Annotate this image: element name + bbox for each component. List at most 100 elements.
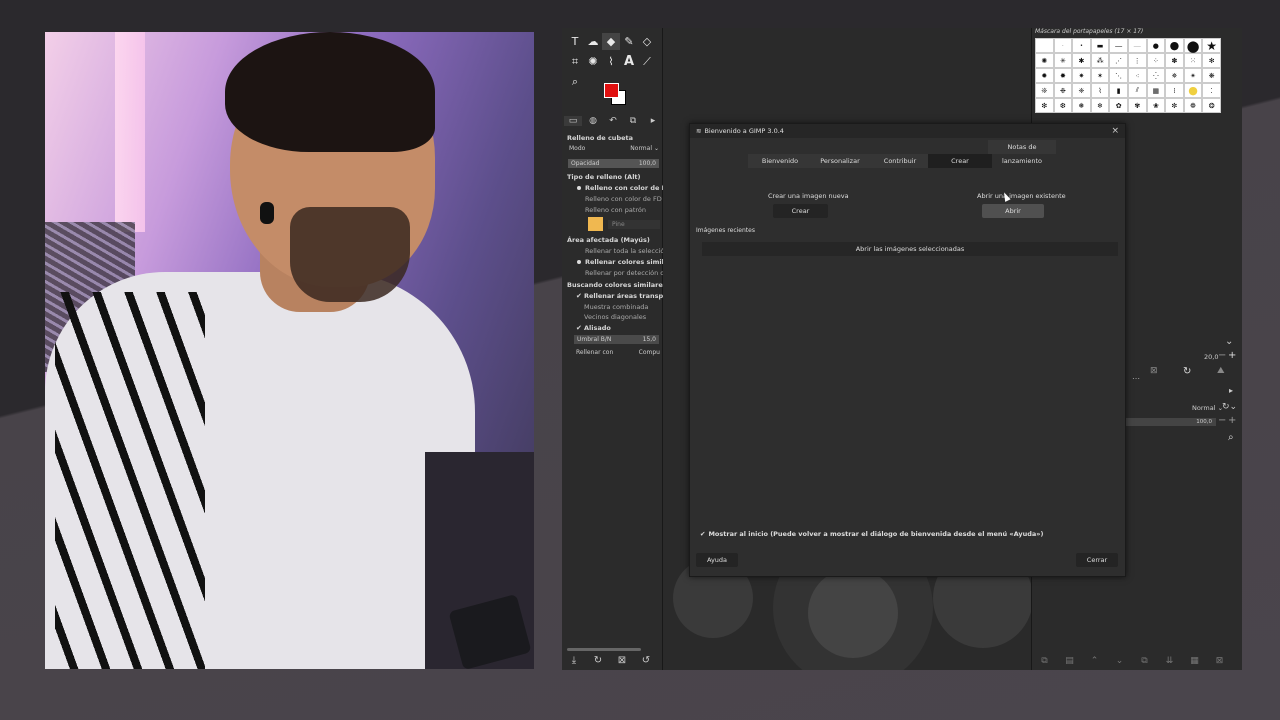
merge-layer-icon[interactable]: ⇊ — [1157, 656, 1182, 666]
delete-layer-icon[interactable]: ⊠ — [1207, 656, 1232, 666]
tool-options-tab-icon[interactable]: ▭ — [564, 116, 582, 126]
pattern-swatch[interactable] — [588, 217, 603, 231]
fill-bg-radio[interactable]: Relleno con color de FD — [562, 195, 676, 203]
zoom-tool-icon[interactable]: ⌕ — [566, 73, 584, 90]
brush-item[interactable]: ― — [1109, 38, 1128, 53]
fill-fg-radio[interactable]: Relleno con color de PP — [562, 184, 676, 192]
save-options-icon[interactable]: ⤓ — [562, 652, 586, 670]
create-button[interactable]: Crear — [773, 204, 828, 218]
diagonal-checkbox[interactable]: Vecinos diagonales — [562, 313, 676, 321]
close-icon[interactable]: × — [1111, 124, 1119, 138]
mode-select[interactable]: Modo Normal ⌄ — [567, 144, 660, 153]
brush-item[interactable]: ✶ — [1090, 68, 1110, 83]
color-picker-tool-icon[interactable]: ⟋ — [638, 53, 656, 70]
new-layer-icon[interactable]: ⧉ — [1032, 656, 1057, 666]
device-status-tab-icon[interactable]: ◍ — [584, 116, 602, 126]
eraser-tool-icon[interactable]: ◇ — [638, 33, 656, 50]
raise-layer-icon[interactable]: ⌃ — [1082, 656, 1107, 666]
brush-item[interactable]: ⁖ — [1127, 68, 1147, 83]
refresh-icon[interactable]: ↻ — [1183, 366, 1191, 377]
new-group-icon[interactable]: ▤ — [1057, 656, 1082, 666]
fill-transparent-checkbox[interactable]: ✔Rellenar áreas transparente — [562, 292, 676, 300]
fill-by-select[interactable]: Rellenar con Compu — [574, 348, 661, 357]
tab-customize[interactable]: Personalizar — [808, 154, 872, 168]
tab-create[interactable]: Crear — [928, 154, 992, 168]
images-tab-icon[interactable]: ⧉ — [624, 116, 642, 126]
dock-scrollbar[interactable] — [567, 648, 641, 651]
brush-item[interactable]: ▬ — [1090, 38, 1110, 53]
warp-tool-icon[interactable]: ✺ — [584, 53, 602, 70]
brush-item[interactable]: ❉ — [1053, 83, 1073, 98]
delete-icon[interactable]: ⊠ — [1150, 366, 1158, 376]
brush-item[interactable]: • — [1072, 38, 1091, 53]
brush-item[interactable]: ✾ — [1127, 98, 1147, 113]
fill-line-art-radio[interactable]: Rellenar por detección de ar — [562, 269, 676, 277]
brush-item[interactable]: ✽ — [1165, 53, 1184, 68]
brush-item[interactable]: ❆ — [1053, 98, 1073, 113]
brush-item[interactable]: ❄ — [1090, 98, 1110, 113]
fill-similar-radio[interactable]: Rellenar colores similares — [562, 258, 676, 266]
lower-layer-icon[interactable]: ⌄ — [1107, 656, 1132, 666]
brush-item[interactable]: ● — [1183, 83, 1203, 98]
fill-pattern-radio[interactable]: Relleno con patrón — [562, 206, 676, 214]
mask-icon[interactable]: ▦ — [1182, 656, 1207, 666]
brush-item[interactable]: ✷ — [1072, 68, 1091, 83]
pattern-name-field[interactable]: Pine — [608, 220, 660, 229]
minus-icon[interactable]: − — [1218, 350, 1226, 361]
brush-item[interactable]: ❊ — [1035, 83, 1054, 98]
brush-item[interactable]: ❈ — [1072, 83, 1091, 98]
open-button[interactable]: Abrir — [982, 204, 1044, 218]
fill-selection-radio[interactable]: Rellenar toda la selección — [562, 247, 676, 255]
brush-item[interactable]: ● — [1165, 38, 1184, 53]
brush-item[interactable]: ― — [1127, 38, 1147, 53]
text-a-tool-icon[interactable]: A — [620, 53, 638, 70]
brush-item[interactable]: ✸ — [1053, 68, 1073, 83]
opacity-slider[interactable]: Opacidad 100,0 — [568, 159, 659, 168]
brush-item[interactable]: ⋰ — [1109, 53, 1128, 68]
brush-item[interactable]: ⁞ — [1165, 83, 1184, 98]
brush-item[interactable]: ⋱ — [1109, 68, 1128, 83]
open-selected-button[interactable]: Abrir las imágenes seleccionadas — [702, 242, 1118, 256]
brush-item[interactable]: ⫽ — [1127, 83, 1147, 98]
brush-item[interactable]: ❋ — [1202, 68, 1221, 83]
brush-item[interactable]: ▦ — [1146, 83, 1166, 98]
increase-size-icon[interactable]: + — [1228, 350, 1236, 361]
brush-item[interactable]: ⁚ — [1202, 83, 1221, 98]
brush-item[interactable]: ★ — [1202, 38, 1221, 53]
brush-item[interactable]: ❂ — [1202, 98, 1221, 113]
brush-item[interactable]: ❇ — [1035, 98, 1054, 113]
brush-item[interactable]: ✿ — [1109, 98, 1128, 113]
close-button[interactable]: Cerrar — [1076, 553, 1118, 567]
sample-merged-checkbox[interactable]: Muestra combinada — [562, 303, 676, 311]
brush-item[interactable]: ● — [1146, 38, 1166, 53]
brush-item[interactable]: ✳ — [1053, 53, 1073, 68]
tab-menu-icon[interactable]: ▸ — [1229, 386, 1233, 395]
brush-item[interactable]: ✵ — [1165, 68, 1184, 83]
brush-item[interactable]: ✻ — [1202, 53, 1221, 68]
more-icon[interactable]: ⋯ — [1132, 374, 1140, 383]
delete-options-icon[interactable]: ⊠ — [610, 652, 634, 670]
brush-item[interactable]: ❀ — [1146, 98, 1166, 113]
plus-icon[interactable]: + — [1228, 415, 1236, 426]
image-icon[interactable]: ⛰ — [1217, 366, 1225, 376]
show-on-startup-checkbox[interactable]: ✔ Mostrar al inicio (Puede volver a mostr… — [700, 530, 1043, 538]
color-swatches[interactable] — [604, 83, 626, 105]
minus-icon[interactable]: − — [1218, 415, 1226, 426]
brush-item[interactable]: ❅ — [1072, 98, 1091, 113]
paintbrush-tool-icon[interactable]: ✎ — [620, 33, 638, 50]
text-tool-icon[interactable]: T — [566, 33, 584, 50]
dialog-titlebar[interactable]: ≋ Bienvenido a GIMP 3.0.4 × — [690, 124, 1125, 138]
tab-menu-icon[interactable]: ▸ — [644, 116, 662, 126]
smudge-tool-icon[interactable]: ☁ — [584, 33, 602, 50]
crop-tool-icon[interactable]: ⌗ — [566, 53, 584, 70]
foreground-color-top[interactable] — [604, 83, 619, 98]
brush-item[interactable]: ✹ — [1035, 68, 1054, 83]
reset-options-icon[interactable]: ↺ — [634, 652, 658, 670]
tab-contribute[interactable]: Contribuir — [868, 154, 932, 168]
brush-item[interactable]: · — [1053, 38, 1073, 53]
brush-item[interactable]: ● — [1183, 37, 1203, 55]
tab-welcome[interactable]: Bienvenido — [748, 154, 812, 168]
search-icon[interactable]: ⌕ — [1228, 432, 1234, 443]
brush-item[interactable]: ⌇ — [1090, 83, 1110, 98]
brush-item[interactable]: ✱ — [1072, 53, 1091, 68]
